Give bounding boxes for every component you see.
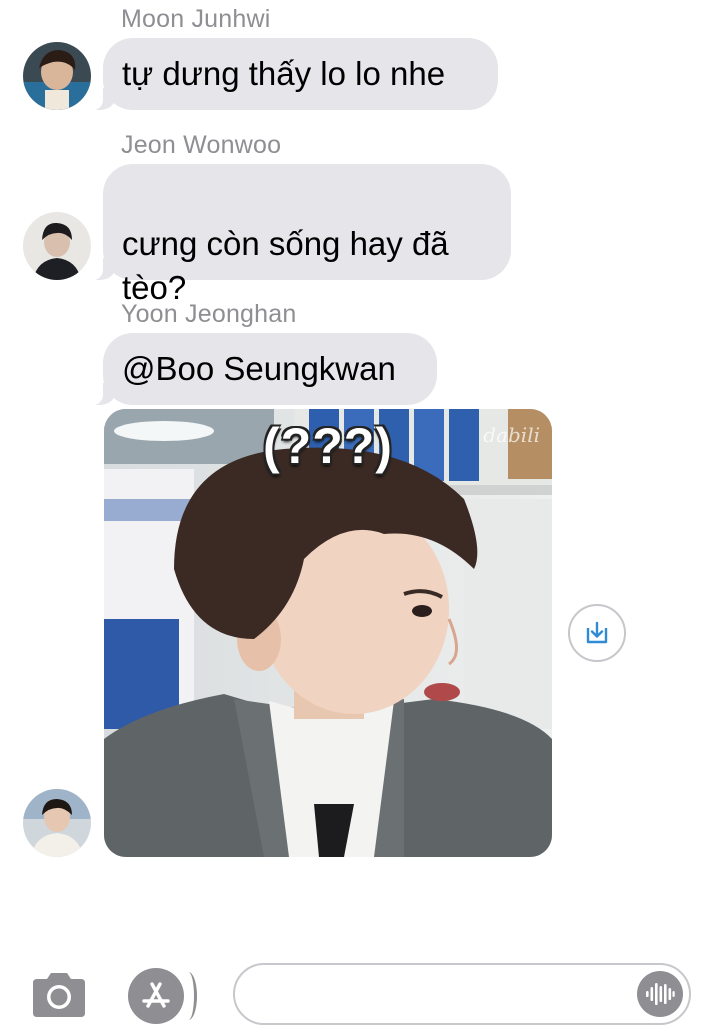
- image-attachment[interactable]: (???) dabili: [104, 409, 552, 857]
- camera-icon: [33, 973, 85, 1017]
- message-input[interactable]: [259, 977, 643, 1013]
- avatar[interactable]: [23, 212, 91, 280]
- audio-message-button[interactable]: [637, 971, 683, 1017]
- sender-name: Moon Junhwi: [121, 5, 271, 33]
- message-bubble[interactable]: tự dưng thấy lo lo nhe: [91, 38, 498, 110]
- sender-name: Yoon Jeonghan: [121, 300, 297, 328]
- image-watermark: dabili: [483, 423, 540, 447]
- message-bubble[interactable]: @Boo Seungkwan: [91, 333, 437, 405]
- app-store-button[interactable]: [128, 968, 184, 1024]
- reaction-photo: [104, 409, 552, 857]
- avatar[interactable]: [23, 42, 91, 110]
- download-icon: [586, 621, 608, 644]
- apps-stack-edge: [180, 972, 197, 1020]
- audio-waveform-icon: [646, 983, 675, 1005]
- message-input-field[interactable]: [233, 963, 691, 1025]
- message-bubble[interactable]: cưng còn sống hay đã tèo?: [91, 164, 511, 306]
- app-store-icon: [142, 982, 170, 1008]
- avatar[interactable]: [23, 789, 91, 857]
- sender-name: Jeon Wonwoo: [121, 131, 282, 159]
- camera-button[interactable]: [29, 969, 89, 1021]
- message-text: cưng còn sống hay đã tèo?: [122, 225, 449, 306]
- message-text: @Boo Seungkwan: [122, 350, 396, 387]
- message-text: tự dưng thấy lo lo nhe: [122, 55, 446, 92]
- save-image-button[interactable]: [568, 604, 626, 662]
